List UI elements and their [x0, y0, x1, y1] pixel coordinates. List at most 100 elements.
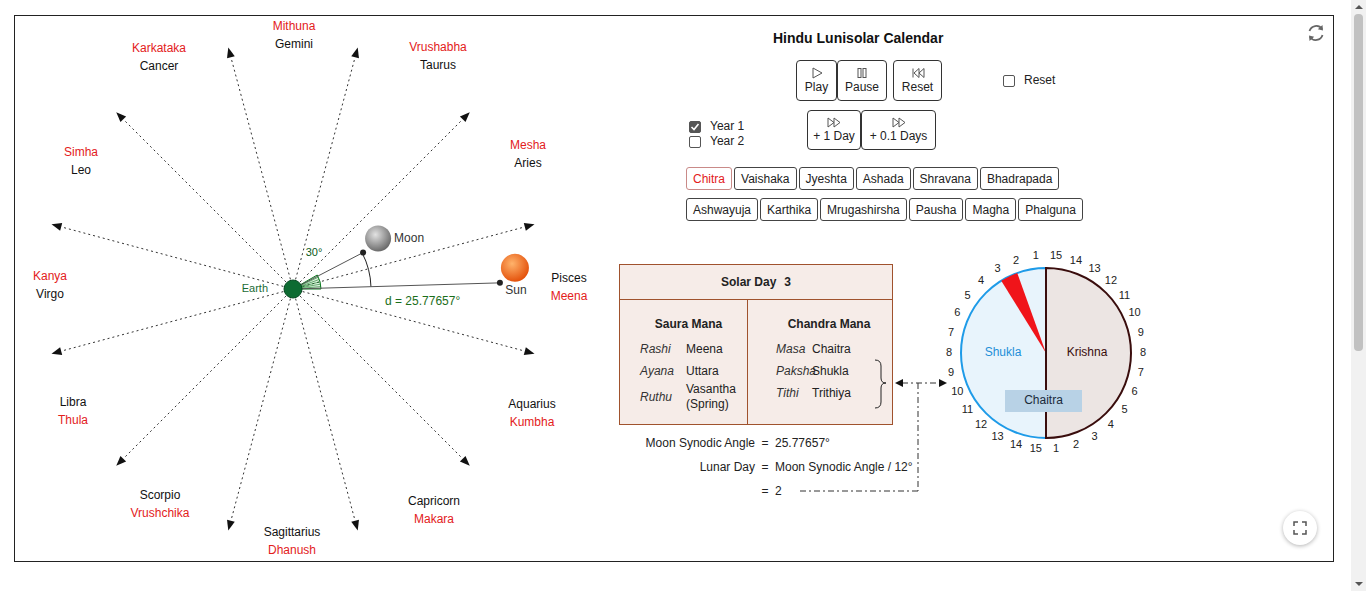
viewport: PiscesMeenaMeshaAriesVrushabhaTaurusMith… — [0, 0, 1351, 591]
connector-lines — [619, 245, 959, 507]
playback-button[interactable]: Play — [796, 60, 837, 101]
equation-sign: = — [755, 431, 775, 455]
sign-boundary-ray — [293, 289, 470, 466]
month-button[interactable]: Chitra — [686, 167, 732, 190]
svg-text:Sagittarius: Sagittarius — [264, 525, 321, 539]
shukla-day-number: 11 — [962, 403, 973, 415]
svg-text:Virgo: Virgo — [36, 287, 64, 301]
equation-label: Lunar Day — [619, 455, 755, 479]
equation-value: 25.77657° — [775, 431, 913, 455]
sun-point[interactable] — [497, 280, 503, 286]
svg-text:Simha: Simha — [64, 145, 98, 159]
info-table: Solar Day3Saura ManaRashiMeenaAyanaUttar… — [619, 264, 893, 425]
shukla-day-number: 1 — [1033, 249, 1039, 261]
refresh-icon[interactable] — [1305, 22, 1327, 44]
svg-text:Leo: Leo — [71, 163, 91, 177]
zodiac-sign-label: MeshaAries — [510, 138, 546, 170]
moon-point[interactable] — [360, 250, 366, 256]
moon-line — [293, 253, 363, 289]
svg-text:Vrushchika: Vrushchika — [131, 506, 190, 520]
zodiac-sign-label: ScorpioVrushchika — [131, 488, 190, 520]
scroll-up-icon[interactable] — [1355, 5, 1363, 9]
info-row: MasaChaitra — [776, 338, 892, 360]
krishna-day-number: 8 — [1140, 346, 1146, 358]
fast-forward-icon — [891, 117, 907, 128]
fullscreen-button[interactable] — [1283, 511, 1317, 545]
distance-label: d = 25.77657° — [385, 294, 460, 308]
svg-text:Meena: Meena — [551, 289, 588, 303]
zodiac-diagram: PiscesMeenaMeshaAriesVrushabhaTaurusMith… — [15, 16, 615, 561]
chandra-mana-column: Chandra ManaMasaChaitraPakshaShuklaTithi… — [748, 300, 892, 424]
check-icon — [690, 122, 700, 132]
krishna-day-number: 6 — [1132, 385, 1138, 397]
playback-button[interactable]: Reset — [893, 60, 942, 101]
svg-text:Mesha: Mesha — [510, 138, 546, 152]
page-scrollbar[interactable] — [1351, 0, 1366, 591]
sign-boundary-ray — [227, 289, 293, 530]
equation-sign: = — [755, 455, 775, 479]
month-button[interactable]: Ashada — [856, 167, 911, 190]
krishna-day-number: 9 — [1138, 326, 1144, 338]
month-button[interactable]: Bhadrapada — [980, 167, 1059, 190]
month-button[interactable]: Ashwayuja — [686, 198, 758, 221]
svg-text:Dhanush: Dhanush — [268, 543, 316, 557]
page: PiscesMeenaMeshaAriesVrushabhaTaurusMith… — [0, 0, 1366, 591]
zodiac-sign-label: MithunaGemini — [273, 19, 316, 51]
paksha-divider — [1045, 268, 1047, 438]
month-button[interactable]: Shravana — [913, 167, 978, 190]
moon-icon — [365, 226, 391, 252]
sign-boundary-ray — [293, 289, 534, 355]
shukla-day-number: 10 — [951, 385, 963, 397]
step-button[interactable]: + 0.1 Days — [861, 110, 936, 150]
krishna-day-number: 11 — [1119, 289, 1130, 301]
month-button[interactable]: Mrugashirsha — [820, 198, 907, 221]
year-checkboxes: Year 1Year 2 — [686, 110, 807, 150]
angle-label: 30° — [306, 246, 323, 258]
krishna-day-number: 14 — [1070, 254, 1082, 266]
svg-text:Kumbha: Kumbha — [510, 415, 555, 429]
svg-text:Mithuna: Mithuna — [273, 19, 316, 33]
step-button[interactable]: + 1 Day — [807, 110, 861, 150]
scroll-thumb[interactable] — [1354, 14, 1363, 351]
year-row: Year 1Year 2+ 1 Day+ 0.1 Days — [686, 110, 1333, 150]
zodiac-sign-label: Sagittarius Dhanush — [264, 525, 321, 557]
saura-mana-column: Saura ManaRashiMeenaAyanaUttaraRuthuVasa… — [620, 300, 748, 424]
sun-label: Sun — [505, 283, 526, 297]
sign-boundary-ray — [116, 289, 293, 466]
moon-phase-pointer — [1001, 273, 1046, 353]
equation-value: 2 — [775, 479, 913, 503]
checkbox-box[interactable] — [689, 121, 701, 133]
year-checkbox[interactable]: Year 2 — [689, 134, 807, 149]
month-button[interactable]: Jyeshta — [799, 167, 854, 190]
equation-sign: = — [755, 479, 775, 503]
controls: Hindu Lunisolar CalendarPlayPauseResetRe… — [686, 29, 1333, 221]
scroll-down-icon[interactable] — [1355, 582, 1363, 586]
year-checkbox[interactable]: Year 1 — [689, 119, 807, 134]
svg-text:Taurus: Taurus — [420, 58, 456, 72]
playback-button[interactable]: Pause — [837, 60, 887, 101]
month-button[interactable]: Vaishaka — [734, 167, 796, 190]
month-button[interactable]: Magha — [965, 198, 1016, 221]
svg-text:Libra: Libra — [60, 395, 87, 409]
zodiac-sign-label: CapricornMakara — [408, 494, 460, 526]
svg-text:Makara: Makara — [414, 512, 454, 526]
month-button[interactable]: Karthika — [760, 198, 818, 221]
krishna-day-number: 12 — [1105, 274, 1117, 286]
krishna-label: Krishna — [1067, 345, 1108, 359]
krishna-half — [1046, 268, 1131, 438]
checkbox-box[interactable] — [689, 136, 701, 148]
sign-boundary-ray — [227, 48, 293, 289]
svg-text:Aquarius: Aquarius — [508, 397, 555, 411]
month-row: ChitraVaishakaJyeshtaAshadaShravanaBhadr… — [686, 167, 1333, 190]
month-button[interactable]: Pausha — [909, 198, 964, 221]
month-button[interactable]: Phalguna — [1018, 198, 1083, 221]
tithi-dial: 1234567891011121314151234567891011121314… — [940, 245, 1155, 465]
calendar-panel: Hindu Lunisolar CalendarPlayPauseResetRe… — [615, 16, 1333, 561]
info-row: TithiTrithiya — [776, 382, 892, 404]
svg-text:Karkataka: Karkataka — [132, 41, 186, 55]
reset-checkbox[interactable]: Reset — [1003, 73, 1055, 88]
fast-forward-icon — [826, 117, 842, 128]
shukla-day-number: 3 — [994, 262, 1000, 274]
checkbox-box[interactable] — [1003, 75, 1015, 87]
